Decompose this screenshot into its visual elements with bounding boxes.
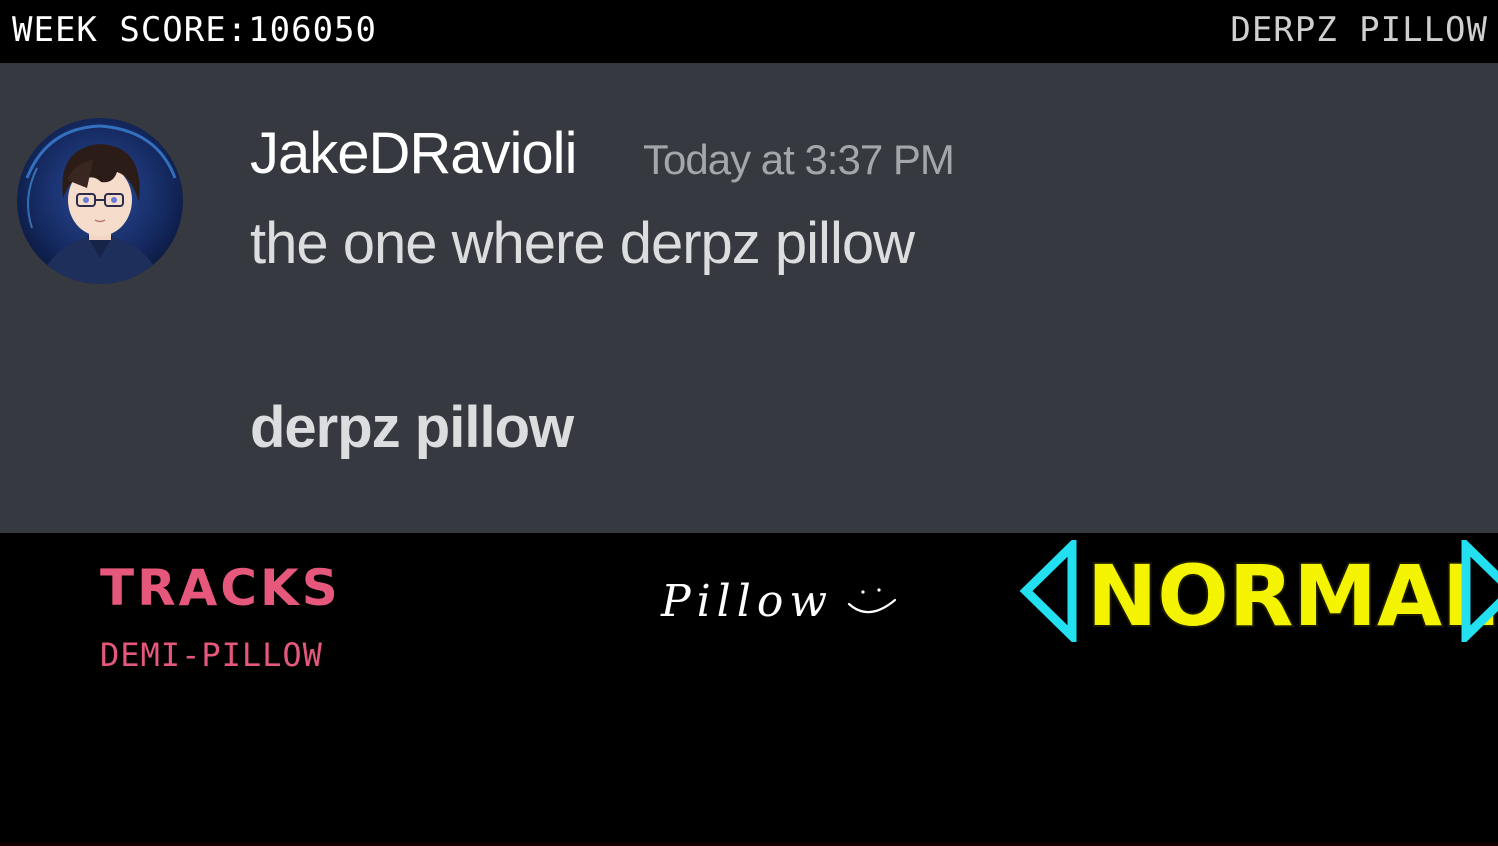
week-score: WEEK SCORE:106050 [12,10,377,50]
message-text: the one where derpz pillow [250,211,915,276]
track-item: DEMI-PILLOW [100,636,323,674]
message-username: JakeDRavioli [250,121,577,186]
bottom-strip [0,842,1498,846]
smiley-face-icon [847,588,897,614]
tracks-heading: TRACKS [100,559,341,617]
week-background-image: JakeDRavioli Today at 3:37 PM the one wh… [0,63,1498,533]
triangle-left-icon[interactable] [1018,540,1078,642]
top-bar: WEEK SCORE:106050 DERPZ PILLOW [0,0,1498,63]
avatar [17,118,183,284]
week-name: DERPZ PILLOW [1230,10,1488,50]
message-bold-text: derpz pillow [250,395,574,460]
week-title: Pillow [655,566,905,646]
message-timestamp: Today at 3:37 PM [643,136,955,183]
week-title-text: Pillow [661,576,833,627]
triangle-right-icon[interactable] [1460,540,1498,642]
difficulty-label: NORMAL [1085,546,1498,646]
